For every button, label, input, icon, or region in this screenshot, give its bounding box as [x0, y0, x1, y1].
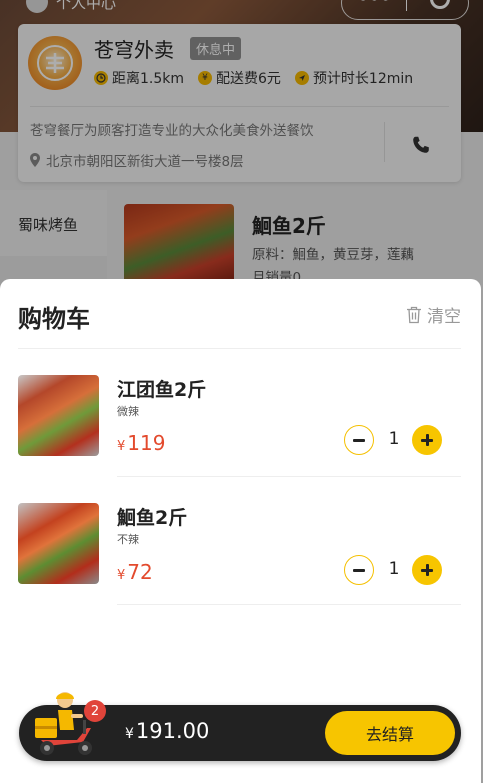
trash-icon — [407, 306, 421, 323]
cart-count-badge: 2 — [84, 700, 106, 722]
cart-item-spec: 不辣 — [117, 533, 139, 546]
plus-icon-vertical — [425, 564, 429, 576]
decrease-quantity-button[interactable] — [344, 555, 374, 585]
quantity-value: 1 — [388, 559, 400, 579]
cart-item-divider — [117, 604, 461, 605]
minus-icon — [353, 568, 365, 572]
cart-item-name: 鮰鱼2斤 — [117, 507, 188, 529]
cart-item-price: ¥72 — [117, 560, 153, 584]
minus-icon — [353, 438, 365, 442]
cart-item: 江团鱼2斤 微辣 ¥119 1 — [0, 363, 481, 491]
cart-item-spec: 微辣 — [117, 405, 139, 418]
cart-item: 鮰鱼2斤 不辣 ¥72 1 — [0, 491, 481, 619]
cart-total-value: 191.00 — [135, 719, 210, 743]
plus-icon-vertical — [425, 434, 429, 446]
cart-item-name: 江团鱼2斤 — [117, 379, 207, 401]
decrease-quantity-button[interactable] — [344, 425, 374, 455]
cart-item-price-value: 119 — [127, 431, 166, 455]
cart-item-image — [18, 503, 99, 584]
clear-cart-label: 清空 — [427, 307, 461, 327]
cart-total: ¥191.00 — [125, 719, 209, 743]
cart-title: 购物车 — [18, 305, 90, 333]
cart-item-price: ¥119 — [117, 431, 165, 455]
currency-symbol: ¥ — [117, 439, 126, 454]
cart-item-divider — [117, 476, 461, 477]
cart-item-price-value: 72 — [127, 560, 153, 584]
clear-cart-button[interactable]: 清空 — [406, 302, 461, 327]
increase-quantity-button[interactable] — [412, 425, 442, 455]
quantity-value: 1 — [388, 429, 400, 449]
cart-item-image — [18, 375, 99, 456]
cart-header-divider — [18, 348, 461, 349]
checkout-button[interactable]: 去结算 — [325, 711, 455, 755]
currency-symbol: ¥ — [125, 726, 134, 742]
increase-quantity-button[interactable] — [412, 555, 442, 585]
delivery-scooter-icon[interactable] — [33, 688, 107, 758]
currency-symbol: ¥ — [117, 568, 126, 583]
